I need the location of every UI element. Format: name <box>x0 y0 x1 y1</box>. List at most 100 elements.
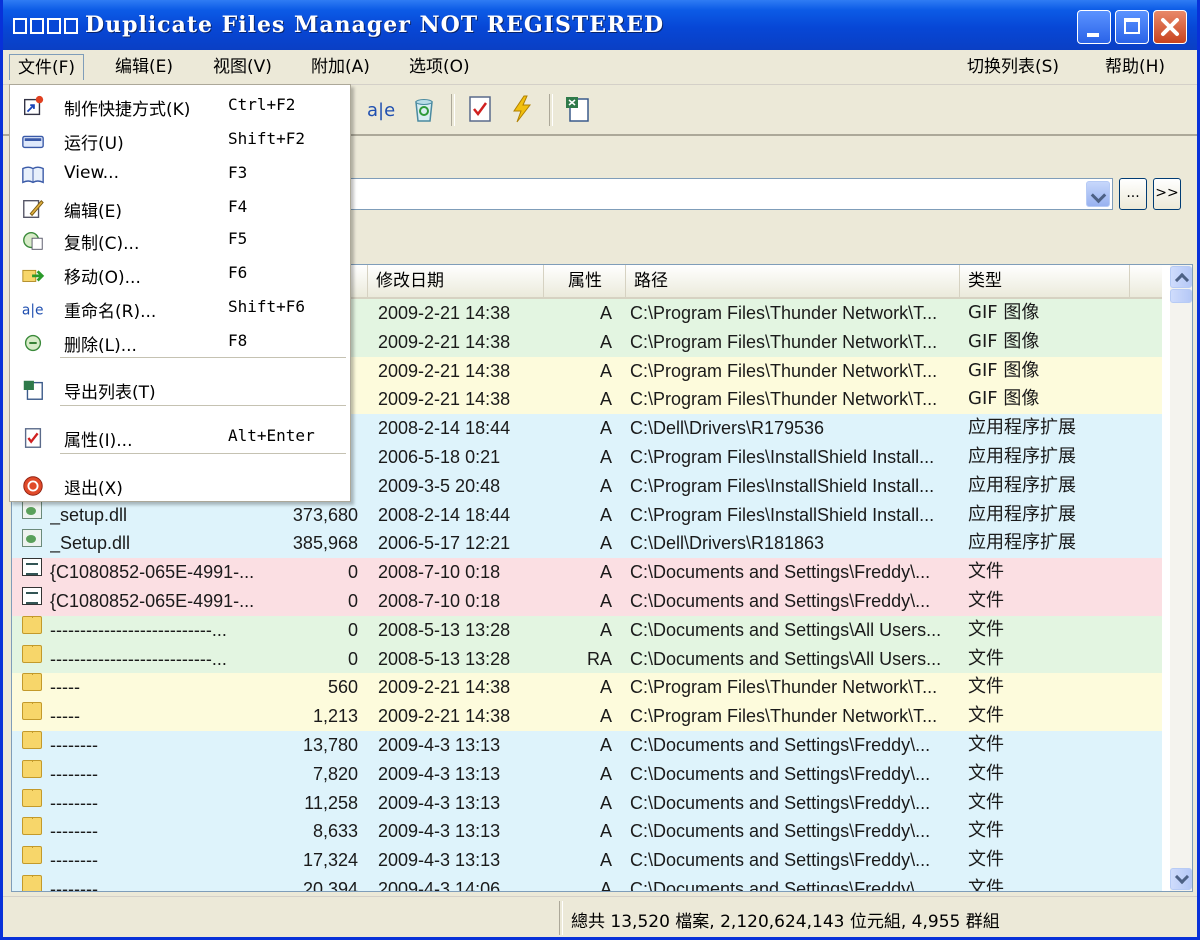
menu-item-label: 属性(I)... <box>64 431 133 451</box>
title-bar[interactable]: Duplicate Files Manager NOT REGISTERED <box>3 0 1197 50</box>
minimize-button[interactable] <box>1077 10 1111 44</box>
menu-view[interactable]: 视图(V) <box>205 54 280 80</box>
toolbar-action-button[interactable] <box>507 94 537 124</box>
cell-attributes: A <box>599 619 612 640</box>
table-row[interactable]: {C1080852-065E-4991-... 0 2008-7-10 0:18 A C… <box>12 558 1162 587</box>
cell-size: 13,780 <box>302 734 358 755</box>
table-row[interactable]: -------- 7,820 2009-4-3 13:13 A C:\Documents… <box>12 759 1162 789</box>
file-menu-item[interactable]: 复制(C)... F5 <box>10 225 350 257</box>
col-attr[interactable]: 属性 <box>544 265 626 297</box>
rename-icon: a|e <box>22 303 44 319</box>
cell-size: 8,633 <box>312 821 358 842</box>
file-menu-item[interactable]: 导出列表(T) <box>10 374 350 406</box>
path-dropdown-button[interactable] <box>1086 181 1110 207</box>
folder-icon <box>22 817 42 836</box>
cell-path: C:\Documents and Settings\All Users... <box>630 619 942 640</box>
table-row[interactable]: -------- 17,324 2009-4-3 13:13 A C:\Document… <box>12 846 1162 875</box>
table-row[interactable]: {C1080852-065E-4991-... 0 2008-7-10 0:18 A C… <box>12 586 1162 616</box>
cell-attributes: A <box>599 418 612 439</box>
menu-addon[interactable]: 附加(A) <box>303 54 378 80</box>
cell-date: 2009-2-21 14:38 <box>378 303 511 323</box>
menu-item-shortcut: F3 <box>228 163 248 182</box>
cell-type: 文件 <box>968 820 1004 842</box>
table-row[interactable]: -------- 8,633 2009-4-3 13:13 A C:\Documents… <box>12 817 1162 847</box>
maximize-button[interactable] <box>1115 10 1149 44</box>
toolbar-separator <box>451 94 455 126</box>
cell-attributes: A <box>599 504 612 525</box>
menu-switch-list[interactable]: 切换列表(S) <box>959 54 1067 80</box>
menu-item-label: 运行(U) <box>64 134 124 154</box>
cell-size: 0 <box>347 562 358 583</box>
folder-icon <box>22 846 42 865</box>
cell-type: GIF 图像 <box>968 302 1040 323</box>
table-row[interactable]: _Setup.dll 385,968 2006-5-17 12:21 A C:\Dell… <box>12 529 1162 559</box>
go-button[interactable]: >> <box>1153 178 1181 210</box>
file-menu-item[interactable]: 移动(O)... F6 <box>10 259 350 291</box>
col-type[interactable]: 类型 <box>960 265 1130 297</box>
cell-type: 应用程序扩展 <box>968 445 1076 467</box>
file-menu-item[interactable]: 删除(L)... F8 <box>10 327 350 359</box>
scroll-thumb[interactable] <box>1170 289 1192 303</box>
file-menu-item[interactable]: 退出(X) <box>10 470 350 502</box>
menu-item-shortcut: F4 <box>228 197 248 216</box>
col-date[interactable]: 修改日期 <box>368 265 544 297</box>
menu-item-label: 导出列表(T) <box>64 383 156 403</box>
vertical-scrollbar[interactable] <box>1170 265 1192 891</box>
table-row[interactable]: -------- 20,394 2009-4-3 14:06 A C:\Document… <box>12 874 1162 891</box>
cell-attributes: A <box>599 360 612 381</box>
menu-item-label: View... <box>64 163 119 183</box>
table-row[interactable]: ----- 1,213 2009-2-21 14:38 A C:\Program Fil… <box>12 702 1162 731</box>
file-menu-item[interactable]: a|e 重命名(R)... Shift+F6 <box>10 293 350 325</box>
recycle-icon <box>415 99 433 122</box>
cell-attributes: A <box>599 562 612 583</box>
menu-edit[interactable]: 编辑(E) <box>107 54 181 80</box>
cell-date: 2009-4-3 13:13 <box>378 792 501 813</box>
toolbar-rename-button[interactable]: a|e <box>365 94 395 124</box>
cell-date: 2009-4-3 13:13 <box>378 763 501 784</box>
table-row[interactable]: ---------------------------... 0 2008-5-13… <box>12 615 1162 645</box>
cell-date: 2009-2-21 14:38 <box>378 706 511 727</box>
toolbar-delete-button[interactable] <box>409 94 439 124</box>
toolbar-properties-button[interactable] <box>465 94 495 124</box>
toolbar-export-button[interactable] <box>563 94 593 124</box>
cell-attributes: A <box>599 734 612 755</box>
table-row[interactable]: -------- 11,258 2009-4-3 13:13 A C:\Document… <box>12 788 1162 818</box>
cell-path: C:\Program Files\InstallShield Install..… <box>630 475 935 496</box>
table-row[interactable]: -------- 13,780 2009-4-3 13:13 A C:\Document… <box>12 730 1162 760</box>
cell-path: C:\Documents and Settings\Freddy\... <box>630 734 931 755</box>
folder-icon <box>22 702 42 721</box>
cell-date: 2009-3-5 20:48 <box>378 475 501 496</box>
cell-date: 2009-2-21 14:38 <box>378 331 511 352</box>
file-menu-item[interactable]: View... F3 <box>10 159 350 191</box>
cell-date: 2009-4-3 13:13 <box>378 821 501 842</box>
cell-attributes: A <box>599 331 612 352</box>
menu-options[interactable]: 选项(O) <box>401 54 478 80</box>
close-button[interactable] <box>1153 10 1187 44</box>
cell-type: GIF 图像 <box>968 330 1040 352</box>
file-menu-item[interactable]: 属性(I)... Alt+Enter <box>10 422 350 454</box>
rename-icon: a|e <box>367 100 395 121</box>
cell-type: 文件 <box>968 618 1004 640</box>
file-menu-item[interactable]: 制作快捷方式(K) Ctrl+F2 <box>10 91 350 123</box>
browse-button[interactable]: ... <box>1119 178 1147 210</box>
cell-path: C:\Documents and Settings\Freddy\... <box>630 562 931 583</box>
cell-type: 应用程序扩展 <box>968 417 1076 439</box>
table-row[interactable]: _setup.dll 373,680 2008-2-14 18:44 A C:\Prog… <box>12 500 1162 530</box>
file-menu-item[interactable]: 运行(U) Shift+F2 <box>10 125 350 157</box>
menu-file[interactable]: 文件(F) <box>9 54 85 80</box>
file-menu-item[interactable]: 编辑(E) F4 <box>10 193 350 225</box>
export-icon <box>566 97 589 122</box>
folder-icon <box>22 644 42 663</box>
menu-item-shortcut: F8 <box>228 331 248 350</box>
menu-help[interactable]: 帮助(H) <box>1097 54 1173 80</box>
scroll-up-button[interactable] <box>1170 266 1192 288</box>
cell-path: C:\Documents and Settings\Freddy\... <box>630 590 931 611</box>
table-row[interactable]: ----- 560 2009-2-21 14:38 A C:\Program Files… <box>12 673 1162 703</box>
scroll-down-button[interactable] <box>1170 868 1192 890</box>
col-path[interactable]: 路径 <box>626 265 960 297</box>
menu-separator <box>60 453 346 454</box>
folder-icon <box>22 673 42 692</box>
cell-type: 应用程序扩展 <box>968 474 1076 496</box>
cell-size: 560 <box>327 677 358 698</box>
table-row[interactable]: ---------------------------... 0 2008-5-13… <box>12 644 1162 674</box>
